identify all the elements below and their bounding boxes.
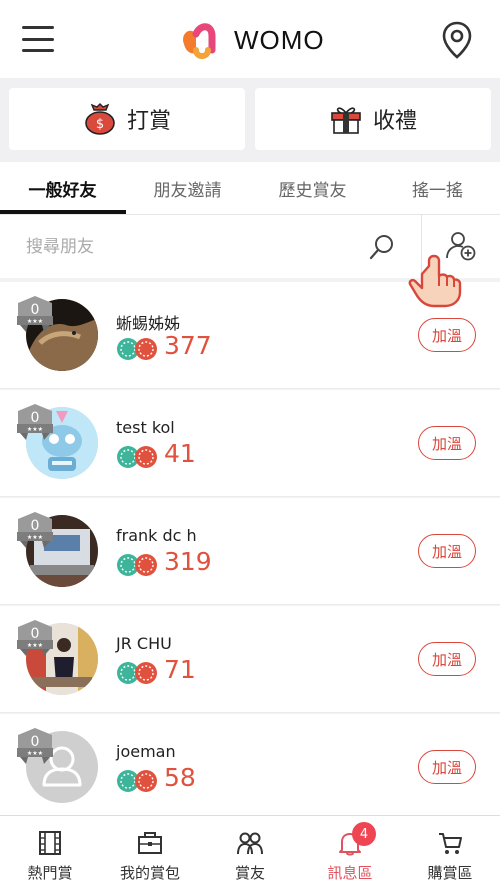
coin-icon [117, 554, 157, 576]
nav-label: 熱門賞 [27, 864, 73, 882]
warm-up-button[interactable]: 加溫 [418, 318, 476, 352]
search-input[interactable] [0, 215, 420, 279]
list-item[interactable]: 0 ★★★ joeman 58 加溫 [0, 714, 500, 821]
nav-label: 賞友 [234, 864, 265, 882]
notification-badge: 4 [352, 822, 376, 846]
bottom-navigation: 熱門賞 我的賞包 賞友 4 訊息區 購賞區 [0, 815, 500, 889]
top-bar: WOMO [0, 0, 500, 78]
film-icon [39, 831, 61, 855]
nav-reward-friends[interactable]: 賞友 [200, 816, 300, 889]
rank-number: 0 [31, 302, 40, 318]
search-icon[interactable] [368, 233, 396, 261]
friend-points: 319 [164, 547, 212, 576]
gift-box-icon [331, 107, 361, 134]
friend-points: 41 [164, 439, 196, 468]
warm-up-button[interactable]: 加溫 [418, 534, 476, 568]
nav-label: 訊息區 [327, 864, 373, 882]
nav-shop[interactable]: 購賞區 [400, 816, 500, 889]
nav-label: 購賞區 [427, 864, 473, 882]
brand-name: WOMO [234, 24, 325, 55]
rank-number: 0 [31, 626, 40, 642]
action-bar: $ 打賞 收禮 [0, 78, 500, 162]
friend-points: 58 [164, 763, 196, 792]
coin-icon [117, 770, 157, 792]
tab-friend-invites[interactable]: 朋友邀請 [125, 162, 250, 214]
friend-name: joeman [116, 742, 176, 761]
wallet-icon [138, 832, 162, 854]
friend-points: 71 [164, 655, 196, 684]
rank-number: 0 [31, 734, 40, 750]
friends-icon [237, 832, 263, 855]
tab-history-friends[interactable]: 歷史賞友 [250, 162, 375, 214]
rank-badge-icon: 0 ★★★ [17, 296, 53, 332]
list-item[interactable]: 0 ★★★ frank dc h 319 加溫 [0, 498, 500, 605]
rank-badge-icon: 0 ★★★ [17, 404, 53, 440]
nav-my-wallet[interactable]: 我的賞包 [100, 816, 200, 889]
tip-button[interactable]: $ 打賞 [9, 88, 245, 150]
money-bag-icon: $ [85, 103, 115, 135]
gift-label: 收禮 [372, 109, 417, 134]
warm-up-button[interactable]: 加溫 [418, 750, 476, 784]
rank-badge-icon: 0 ★★★ [17, 728, 53, 764]
rank-badge-icon: 0 ★★★ [17, 512, 53, 548]
warm-up-button[interactable]: 加溫 [418, 642, 476, 676]
list-item[interactable]: 0 ★★★ JR CHU 71 加溫 [0, 606, 500, 713]
rank-badge-icon: 0 ★★★ [17, 620, 53, 656]
svg-text:★★★: ★★★ [27, 426, 43, 433]
tab-general-friends[interactable]: 一般好友 [0, 162, 125, 214]
tab-shake[interactable]: 搖一搖 [375, 162, 500, 214]
svg-text:★★★: ★★★ [27, 318, 43, 325]
coin-icon [117, 338, 157, 360]
friend-name: test kol [116, 418, 175, 437]
brand: WOMO [178, 20, 325, 60]
svg-text:★★★: ★★★ [27, 534, 43, 541]
svg-text:$: $ [96, 117, 104, 132]
rank-number: 0 [31, 410, 40, 426]
nav-messages[interactable]: 4 訊息區 [300, 816, 400, 889]
friend-name: frank dc h [116, 526, 197, 545]
gift-button[interactable]: 收禮 [255, 88, 491, 150]
friend-tabs: 一般好友 朋友邀請 歷史賞友 搖一搖 [0, 162, 500, 214]
tip-label: 打賞 [126, 109, 171, 134]
coin-icon [117, 662, 157, 684]
svg-text:★★★: ★★★ [27, 642, 43, 649]
womo-logo-icon [183, 23, 216, 59]
list-item[interactable]: 0 ★★★ test kol 41 加溫 [0, 390, 500, 497]
svg-text:★★★: ★★★ [27, 750, 43, 757]
nav-label: 我的賞包 [119, 864, 180, 882]
nav-hot-rewards[interactable]: 熱門賞 [0, 816, 100, 889]
coin-icon [117, 446, 157, 468]
rank-number: 0 [31, 518, 40, 534]
warm-up-button[interactable]: 加溫 [418, 426, 476, 460]
location-pin-icon[interactable] [441, 20, 473, 60]
friend-name: JR CHU [116, 634, 172, 653]
friend-points: 377 [164, 331, 212, 360]
hamburger-menu-icon[interactable] [22, 26, 54, 52]
pointing-hand-icon [408, 254, 462, 308]
cart-icon [439, 833, 462, 854]
